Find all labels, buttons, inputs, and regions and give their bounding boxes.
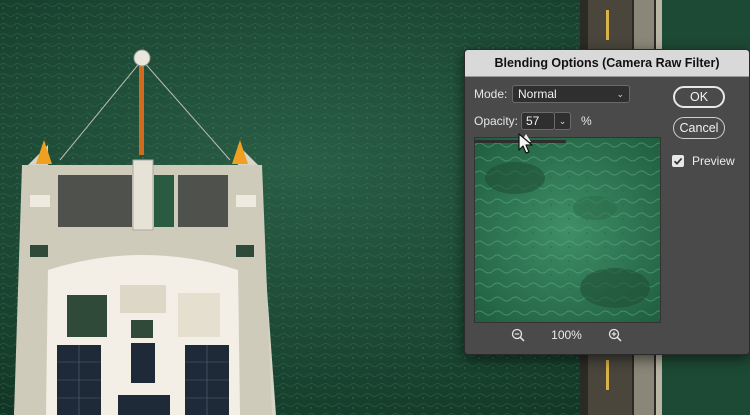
pointer-cursor-icon	[518, 133, 533, 154]
opacity-row: Opacity: ⌄ %	[474, 112, 592, 130]
cancel-button[interactable]: Cancel	[673, 117, 725, 139]
blending-options-dialog: Blending Options (Camera Raw Filter) Mod…	[464, 49, 750, 355]
mode-label: Mode:	[474, 87, 508, 101]
mode-row: Mode: Normal ⌄	[474, 85, 630, 103]
zoom-out-icon[interactable]	[510, 327, 526, 343]
zoom-level: 100%	[551, 328, 582, 342]
preview-image	[474, 137, 661, 323]
dialog-title: Blending Options (Camera Raw Filter)	[465, 50, 749, 77]
mode-value: Normal	[518, 87, 557, 101]
zoom-controls: 100%	[474, 325, 659, 345]
opacity-input[interactable]	[521, 112, 555, 130]
checkmark-icon	[673, 157, 683, 165]
opacity-unit: %	[581, 114, 592, 128]
preview-label: Preview	[692, 154, 735, 168]
ok-button[interactable]: OK	[673, 86, 725, 108]
opacity-dropdown-button[interactable]: ⌄	[555, 112, 571, 130]
preview-checkbox-row[interactable]: Preview	[672, 154, 735, 168]
chevron-down-icon: ⌄	[558, 115, 567, 126]
mode-select[interactable]: Normal ⌄	[512, 85, 630, 103]
opacity-label: Opacity:	[474, 114, 519, 128]
zoom-in-icon[interactable]	[607, 327, 623, 343]
chevron-down-icon: ⌄	[616, 88, 624, 99]
preview-checkbox[interactable]	[672, 155, 684, 167]
